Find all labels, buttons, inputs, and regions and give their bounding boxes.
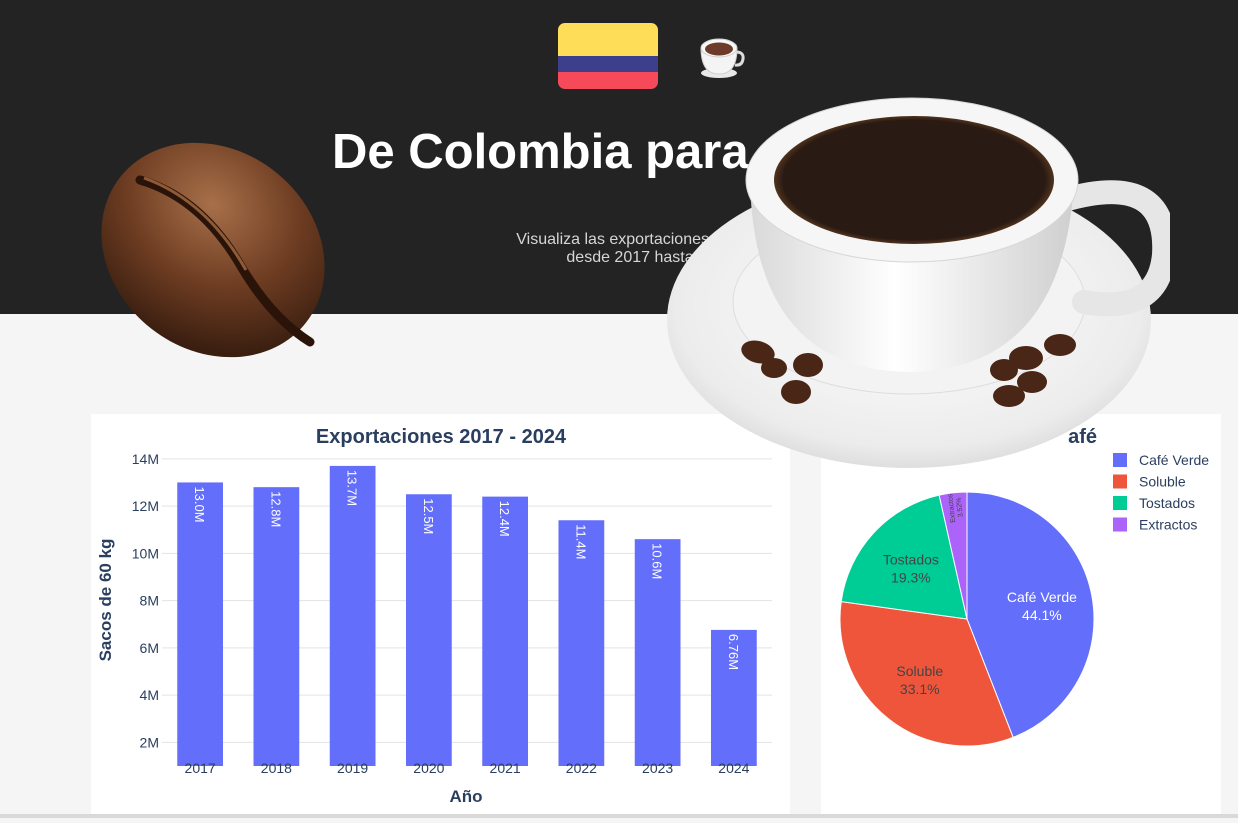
bar-2021 — [482, 496, 528, 766]
legend-swatch[interactable] — [1113, 496, 1127, 510]
colombia-flag-icon — [558, 23, 658, 89]
pie-slice-percent: 44.1% — [1022, 607, 1062, 623]
pie-slice-label: Café Verde — [1007, 589, 1077, 605]
legend-item-label[interactable]: Extractos — [1139, 517, 1197, 533]
y-tick-label: 12M — [132, 498, 159, 514]
bar-2017 — [177, 482, 223, 766]
bar-value-label: 13.0M — [192, 486, 207, 522]
y-tick-label: 10M — [132, 545, 159, 561]
pie-slice-label: Soluble — [896, 663, 943, 679]
bar-value-label: 12.8M — [268, 491, 283, 527]
y-axis-title: Sacos de 60 kg — [96, 539, 115, 662]
bar-value-label: 10.6M — [650, 543, 665, 579]
exports-bar-chart: Exportaciones 2017 - 2024 2M 4M 6M 8M 10M 12M 1… — [96, 426, 772, 806]
pie-slice-percent: 33.1% — [900, 681, 940, 697]
coffee-cup-saucer-image — [667, 97, 1170, 468]
x-tick-label: 2021 — [490, 760, 521, 776]
bar-value-label: 6.76M — [726, 634, 741, 670]
bar-value-label: 13.7M — [345, 470, 360, 506]
x-tick-label: 2020 — [413, 760, 444, 776]
y-tick-label: 4M — [140, 687, 159, 703]
x-tick-label: 2022 — [566, 760, 597, 776]
product-pie-chart-card: afé Café Verde 44.1% Soluble 33.1% Tostados 19… — [821, 414, 1221, 818]
bar-value-label: 11.4M — [573, 524, 588, 559]
legend-swatch[interactable] — [1113, 517, 1127, 532]
x-tick-label: 2024 — [718, 760, 749, 776]
bar-value-label: 12.4M — [497, 501, 512, 537]
chart-title: Exportaciones 2017 - 2024 — [316, 426, 567, 448]
bar-2020 — [406, 494, 452, 766]
legend-swatch[interactable] — [1113, 474, 1127, 489]
bar-2019 — [329, 465, 376, 766]
x-tick-label: 2023 — [642, 760, 673, 776]
x-tick-label: 2017 — [185, 760, 216, 776]
pie-slice-percent: 19.3% — [891, 569, 931, 585]
bar-value-label: 12.5M — [421, 498, 436, 534]
pie-slice-label: Tostados — [883, 551, 939, 567]
x-axis-title: Año — [449, 787, 482, 806]
x-tick-label: 2018 — [261, 760, 292, 776]
y-tick-label: 2M — [140, 734, 159, 750]
legend-item-label[interactable]: Soluble — [1139, 474, 1186, 490]
x-tick-label: 2019 — [337, 760, 368, 776]
legend-item-label[interactable]: Tostados — [1139, 495, 1195, 511]
product-pie-chart: aféCafé Verde44.1%Soluble33.1%Tostados19… — [839, 426, 1209, 747]
coffee-bean-image — [101, 142, 325, 358]
y-tick-label: 6M — [140, 640, 159, 656]
y-tick-label: 14M — [132, 451, 159, 467]
y-tick-label: 8M — [140, 593, 159, 609]
bar-2018 — [253, 487, 300, 766]
page-bottom-border — [0, 814, 1238, 818]
exports-bar-chart-card: Exportaciones 2017 - 2024 2M 4M 6M 8M 10M 12M 1… — [91, 414, 790, 818]
